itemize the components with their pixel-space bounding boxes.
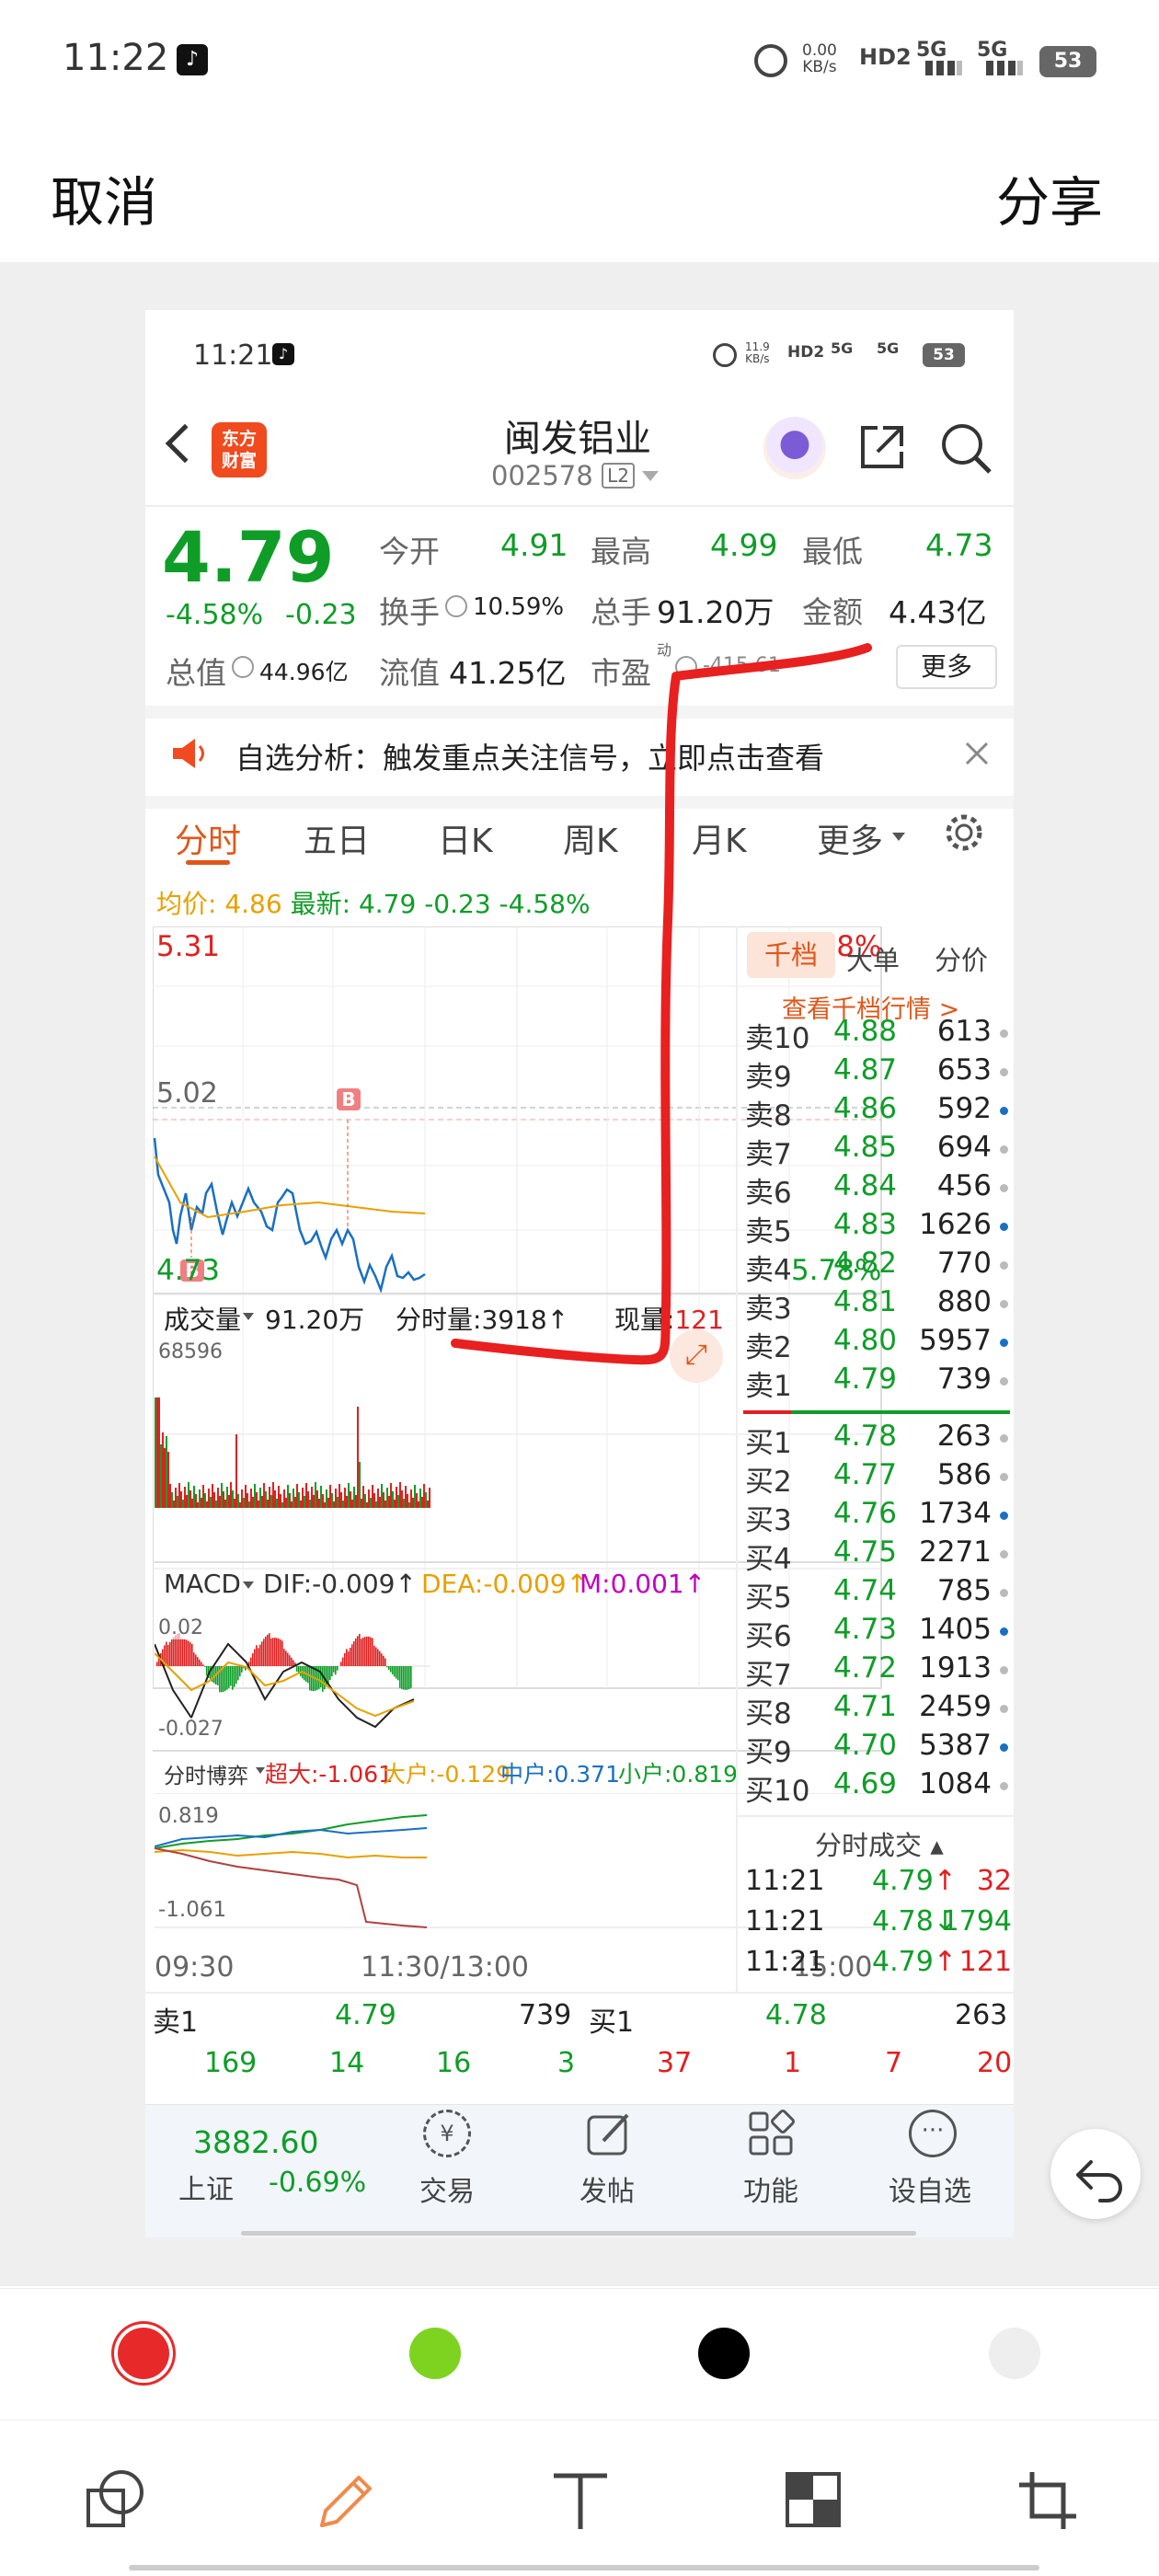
undo-button[interactable] <box>1050 2129 1141 2219</box>
home-indicator <box>129 2565 1039 2570</box>
color-red[interactable] <box>118 2328 169 2379</box>
color-white[interactable] <box>989 2328 1040 2379</box>
pen-icon[interactable] <box>313 2468 377 2533</box>
undo-icon <box>1076 2160 1122 2202</box>
color-black[interactable] <box>698 2328 750 2379</box>
crop-icon[interactable] <box>1016 2468 1080 2533</box>
shapes-icon[interactable] <box>85 2468 149 2533</box>
red-annotation-stroke[interactable] <box>0 0 1159 2576</box>
mosaic-icon[interactable] <box>782 2468 846 2533</box>
color-palette <box>0 2288 1159 2417</box>
edit-toolbar <box>0 2420 1159 2576</box>
color-green[interactable] <box>409 2328 461 2379</box>
text-icon[interactable] <box>548 2468 613 2533</box>
